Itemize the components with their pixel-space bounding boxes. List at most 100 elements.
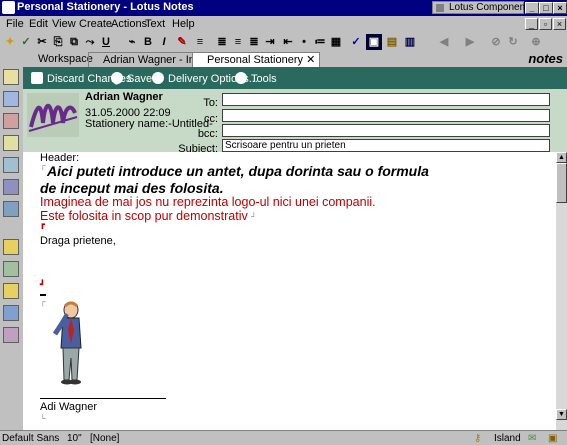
tools-icon	[235, 72, 247, 84]
red-marker-icon-2: ┛	[40, 280, 45, 289]
calendar-bookmark-icon[interactable]	[3, 91, 19, 107]
bcc-label: bcc:	[197, 128, 218, 140]
picture-icon[interactable]: ▤	[384, 34, 400, 50]
tab-stationery-label: Personal Stationery	[207, 54, 303, 66]
align-right-icon[interactable]: ≣	[246, 34, 262, 50]
tab-close-icon[interactable]: ✕	[306, 54, 315, 66]
status-bar: Default Sans 10" [None] ⚷ Island ✉ ▣	[0, 430, 567, 445]
to-label: To:	[203, 97, 218, 109]
underline-icon[interactable]: U	[98, 34, 114, 50]
window-title: Personal Stationery - Lotus Notes	[17, 1, 194, 13]
image-icon[interactable]: ▣	[366, 34, 382, 50]
vertical-scrollbar[interactable]: ▲ ▼	[556, 152, 567, 430]
inbox-status-icon[interactable]: ▣	[548, 433, 557, 444]
scroll-thumb[interactable]	[556, 163, 567, 203]
table-icon[interactable]: ▦	[328, 34, 344, 50]
bcc-field[interactable]	[222, 124, 550, 137]
attach-icon[interactable]: ⌁	[124, 34, 140, 50]
cc-field[interactable]	[222, 109, 550, 122]
lotus-components-label: Lotus Components	[449, 2, 533, 13]
indent-icon[interactable]: ⇥	[262, 34, 278, 50]
menu-view[interactable]: View	[52, 18, 76, 30]
menu-text[interactable]: Text	[145, 18, 165, 30]
replicator-icon[interactable]	[3, 157, 19, 173]
minimize-button[interactable]: _	[525, 2, 539, 14]
doc-restore-button[interactable]: ▫	[539, 18, 552, 30]
align-center-icon[interactable]: ≡	[230, 34, 246, 50]
favorites-folder-icon[interactable]	[3, 239, 19, 255]
spell-check-icon[interactable]: ✓	[348, 34, 364, 50]
internet-bookmark-icon[interactable]	[3, 201, 19, 217]
smarticon-palette-icon[interactable]: ✦	[2, 34, 18, 50]
status-location[interactable]: Island	[494, 433, 521, 444]
check-icon[interactable]: ✓	[18, 34, 34, 50]
align-left-icon[interactable]: ≣	[214, 34, 230, 50]
history-folder-icon[interactable]	[3, 327, 19, 343]
tools-button[interactable]: Tools	[235, 72, 277, 85]
mail-bookmark-icon[interactable]	[3, 69, 19, 85]
databases-folder-icon[interactable]	[3, 261, 19, 277]
section-icon[interactable]: ▥	[402, 34, 418, 50]
link-icon[interactable]: ⤳	[82, 34, 98, 50]
forward-arrow-icon[interactable]: ▶	[462, 34, 478, 50]
menu-file[interactable]: File	[6, 18, 24, 30]
copy-icon[interactable]: ⎘	[50, 34, 66, 50]
signature-name: Adi Wagner	[40, 401, 98, 413]
toolbar: ✦ ✓ ✂ ⎘ ⧉ ⤳ U ⌁ B I ✎ ≡ ≣ ≡ ≣ ⇥ ⇤ • ≔ ▦ …	[0, 33, 567, 51]
sender-name: Adrian Wagner	[85, 91, 163, 103]
status-font[interactable]: Default Sans	[2, 433, 59, 444]
lotus-components-box[interactable]: Lotus Components	[432, 1, 533, 14]
outdent-icon[interactable]: ⇤	[280, 34, 296, 50]
key-icon[interactable]: ⚷	[474, 433, 481, 444]
text-color-icon[interactable]: ≡	[192, 34, 208, 50]
highlighter-icon[interactable]: ✎	[174, 34, 190, 50]
maximize-button[interactable]: □	[539, 2, 553, 14]
scroll-up-button[interactable]: ▲	[556, 152, 567, 163]
paragraph-end-icon: ┘	[251, 212, 257, 221]
section-marker-icon: ┌	[40, 161, 46, 170]
refresh-icon[interactable]: ↻	[505, 34, 521, 50]
back-arrow-icon[interactable]: ◀	[436, 34, 452, 50]
address-book-icon[interactable]	[3, 113, 19, 129]
scroll-down-button[interactable]: ▼	[556, 409, 567, 420]
to-field[interactable]	[222, 93, 550, 106]
search-web-icon[interactable]: ⊕	[528, 34, 544, 50]
web-folder-icon[interactable]	[3, 305, 19, 321]
lotus-app-icon[interactable]	[2, 1, 15, 14]
menu-create[interactable]: Create	[79, 18, 112, 30]
italic-icon[interactable]: I	[156, 34, 172, 50]
bullet-list-icon[interactable]: •	[296, 34, 312, 50]
menu-edit[interactable]: Edit	[29, 18, 48, 30]
action-bar: Discard Changes Save Delivery Options...…	[23, 67, 567, 89]
menu-help[interactable]: Help	[172, 18, 195, 30]
databases-icon[interactable]	[3, 179, 19, 195]
save-label: Save	[127, 73, 153, 85]
menu-actions[interactable]: Actions	[111, 18, 147, 30]
status-font-size[interactable]: 10"	[67, 433, 82, 444]
doc-close-button[interactable]: ×	[553, 18, 566, 30]
paste-icon[interactable]: ⧉	[66, 34, 82, 50]
numbered-list-icon[interactable]: ≔	[312, 34, 328, 50]
more-bookmarks-folder-icon[interactable]	[3, 283, 19, 299]
doc-minimize-button[interactable]: _	[525, 18, 538, 30]
red-marker-icon: ┏	[40, 220, 45, 229]
tools-label: Tools	[251, 73, 277, 85]
disclaimer-line-2: Este folosita in scop pur demonstrativ	[40, 209, 248, 223]
bold-icon[interactable]: B	[140, 34, 156, 50]
end-marker-icon: └	[40, 414, 46, 423]
todo-bookmark-icon[interactable]	[3, 135, 19, 151]
close-button[interactable]: ×	[553, 2, 567, 14]
stop-icon[interactable]: ⊘	[488, 34, 504, 50]
status-style[interactable]: [None]	[90, 433, 119, 444]
subject-field[interactable]: Scrisoare pentru un prieten	[222, 139, 550, 152]
delivery-options-icon	[152, 72, 164, 84]
tab-personal-stationery[interactable]: Personal Stationery ✕	[192, 52, 321, 67]
divider-mark	[40, 294, 46, 296]
status-font-size-unit: "	[78, 433, 82, 444]
save-button[interactable]: Save	[111, 72, 152, 85]
cartoon-man-image	[52, 301, 82, 385]
cut-icon[interactable]: ✂	[34, 34, 50, 50]
header-line-1: Aici puteti introduce un antet, dupa dor…	[47, 163, 429, 179]
memo-body[interactable]: Header: ┌ Aici puteti introduce un antet…	[23, 152, 556, 430]
mail-status-icon[interactable]: ✉	[528, 433, 536, 444]
